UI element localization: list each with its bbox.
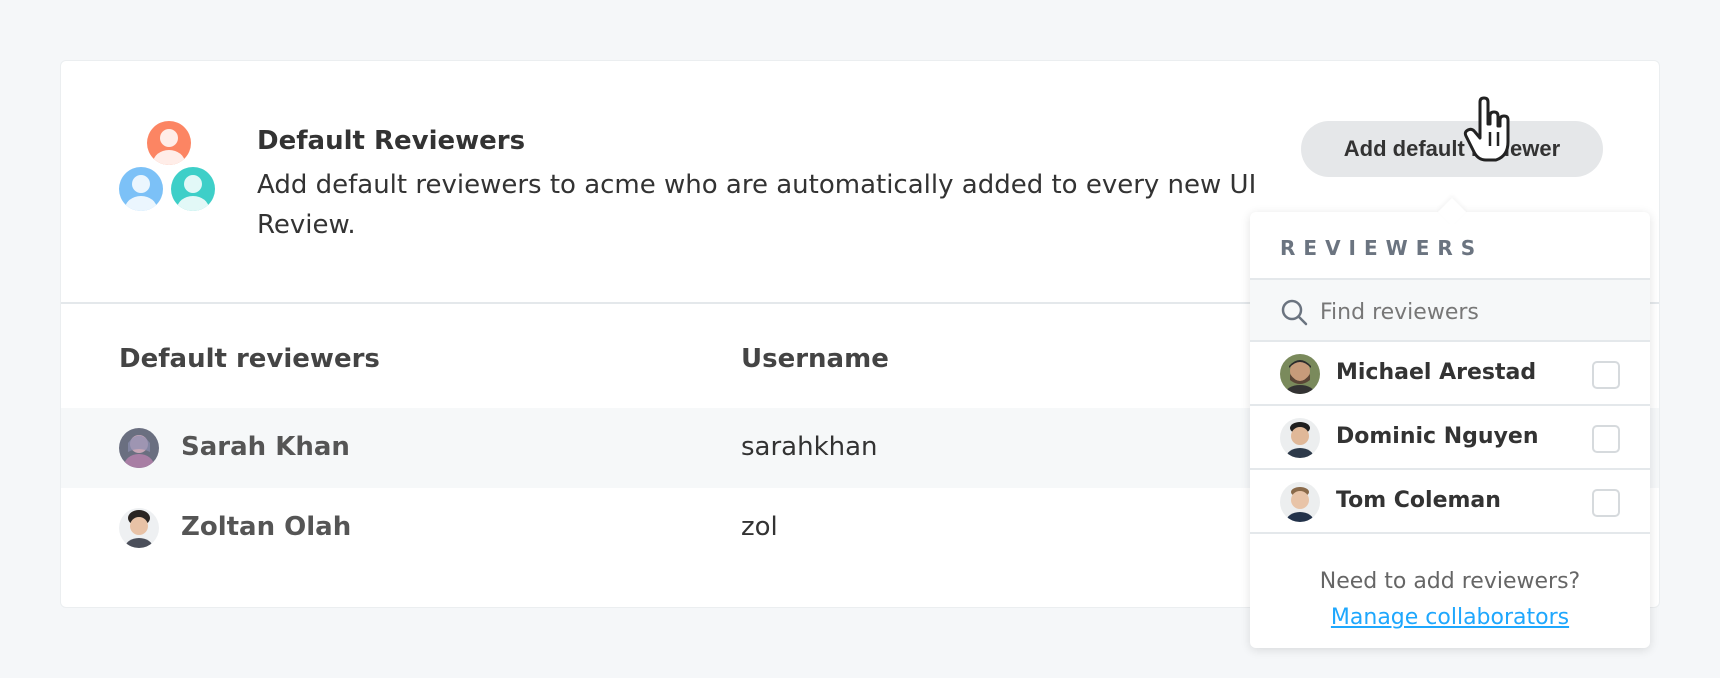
- reviewer-username: zol: [741, 512, 778, 542]
- reviewers-dropdown: REVIEWERS Michael Arestad: [1250, 197, 1650, 648]
- avatar: [1280, 482, 1320, 522]
- reviewer-name: Zoltan Olah: [181, 512, 352, 542]
- reviewer-name: Sarah Khan: [181, 432, 350, 462]
- reviewer-search: [1250, 278, 1650, 342]
- reviewer-option-name: Tom Coleman: [1336, 488, 1501, 513]
- reviewer-checkbox[interactable]: [1592, 361, 1620, 389]
- column-header-default-reviewers: Default reviewers: [119, 344, 380, 374]
- footer-text: Need to add reviewers?: [1319, 569, 1581, 594]
- hand-cursor-icon: [1462, 96, 1514, 164]
- search-input[interactable]: [1320, 290, 1630, 334]
- avatar: [119, 508, 159, 548]
- manage-collaborators-link[interactable]: Manage collaborators: [1250, 600, 1650, 636]
- reviewers-group-icon: [119, 121, 219, 211]
- reviewer-checkbox[interactable]: [1592, 425, 1620, 453]
- avatar: [1280, 418, 1320, 458]
- reviewer-option-tom-coleman[interactable]: Tom Coleman: [1250, 470, 1650, 534]
- reviewer-username: sarahkhan: [741, 432, 878, 462]
- dropdown-title: REVIEWERS: [1280, 236, 1484, 260]
- avatar: [119, 428, 159, 468]
- page-description: Add default reviewers to acme who are au…: [257, 170, 1257, 240]
- column-header-username: Username: [741, 344, 889, 374]
- avatar: [1280, 354, 1320, 394]
- reviewer-option-michael-arestad[interactable]: Michael Arestad: [1250, 342, 1650, 406]
- add-default-reviewer-button[interactable]: Add default reviewer: [1301, 121, 1603, 177]
- dropdown-footer: Need to add reviewers? Manage collaborat…: [1250, 564, 1650, 636]
- page-title: Default Reviewers: [257, 126, 526, 156]
- reviewer-option-name: Michael Arestad: [1336, 360, 1537, 385]
- search-icon: [1280, 298, 1308, 326]
- reviewer-option-dominic-nguyen[interactable]: Dominic Nguyen: [1250, 406, 1650, 470]
- reviewer-option-name: Dominic Nguyen: [1336, 424, 1539, 449]
- reviewer-checkbox[interactable]: [1592, 489, 1620, 517]
